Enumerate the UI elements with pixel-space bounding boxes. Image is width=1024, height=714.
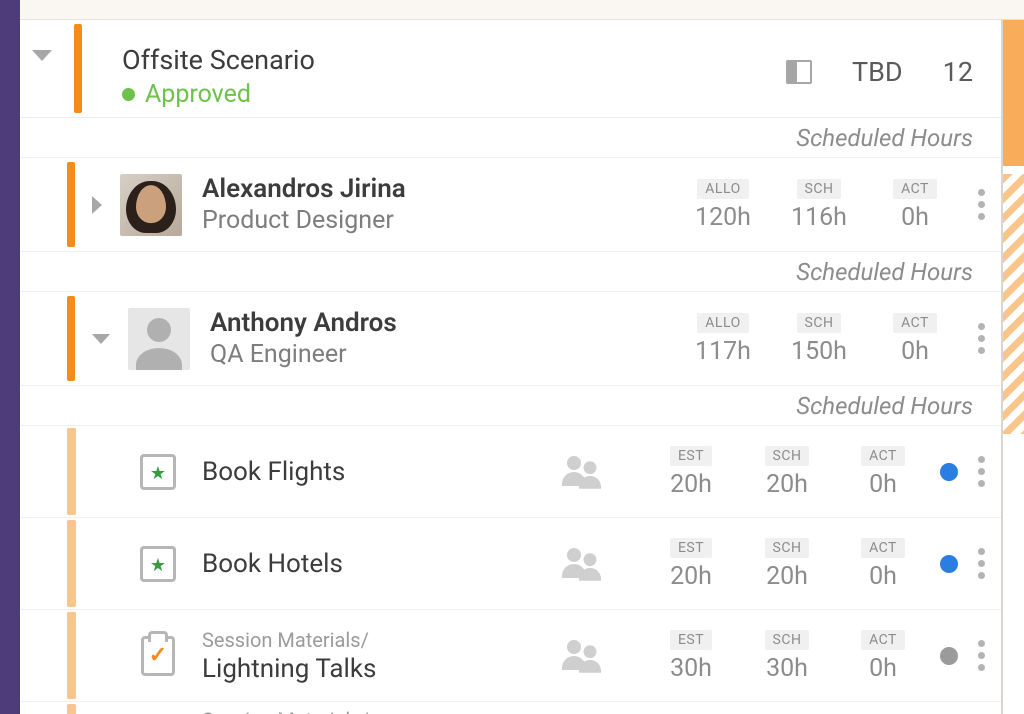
project-title: Offsite Scenario: [122, 44, 315, 76]
collapse-toggle-icon[interactable]: [32, 50, 52, 61]
task-row[interactable]: ✓ Session Materials/ Lightning Talks EST…: [20, 610, 1001, 702]
metric-label-act: ACT: [893, 313, 937, 333]
row-menu-button[interactable]: [972, 183, 991, 226]
metric-value-allo: 120h: [680, 203, 766, 232]
scheduled-hours-label: Scheduled Hours: [796, 392, 973, 420]
panel-layout-icon[interactable]: [786, 60, 812, 84]
metric-label-est: EST: [670, 446, 712, 466]
scheduled-hours-label: Scheduled Hours: [796, 124, 973, 152]
scheduled-hours-label: Scheduled Hours: [796, 258, 973, 286]
metric-label-sch: SCH: [797, 313, 842, 333]
project-header-row[interactable]: Offsite Scenario Approved TBD 12: [20, 20, 1001, 118]
metric-label-allo: ALLO: [697, 313, 748, 333]
metric-value-act: 0h: [872, 337, 958, 366]
scheduled-hours-row: Scheduled Hours: [20, 386, 1001, 426]
task-color-bar: [67, 428, 76, 515]
assignees-icon[interactable]: [562, 640, 604, 672]
metric-label-sch: SCH: [765, 446, 810, 466]
metric-value-act: 0h: [840, 470, 926, 499]
task-row-partial[interactable]: Session Materials/: [20, 702, 1001, 714]
resource-row[interactable]: Anthony Andros QA Engineer ALLO 117h SCH…: [20, 292, 1001, 386]
task-title: Book Hotels: [202, 549, 562, 579]
resource-role: QA Engineer: [210, 340, 680, 369]
status-dot-icon[interactable]: [940, 463, 958, 481]
metric-label-act: ACT: [861, 630, 905, 650]
topbar: [20, 0, 1024, 20]
timeline-project-bar: [1003, 20, 1024, 170]
row-menu-button[interactable]: [972, 317, 991, 360]
assignees-icon[interactable]: [562, 548, 604, 580]
metrics-group: EST 20h SCH 20h ACT 0h: [648, 445, 926, 499]
metric-value-act: 0h: [840, 654, 926, 683]
project-count: 12: [943, 56, 973, 88]
expand-toggle-icon[interactable]: [92, 196, 102, 214]
resource-name: Anthony Andros: [210, 308, 680, 338]
avatar[interactable]: [128, 308, 190, 370]
row-menu-button[interactable]: [972, 542, 991, 585]
metric-label-act: ACT: [861, 538, 905, 558]
timeline-gutter: [1003, 20, 1024, 714]
timeline-hatched-region: [1003, 174, 1024, 434]
metric-label-sch: SCH: [765, 538, 810, 558]
resource-panel: Offsite Scenario Approved TBD 12 Schedul…: [20, 20, 1003, 714]
row-menu-button[interactable]: [972, 634, 991, 677]
metric-value-act: 0h: [840, 562, 926, 591]
metric-value-est: 20h: [648, 562, 734, 591]
status-dot-icon[interactable]: [940, 647, 958, 665]
metric-label-sch: SCH: [765, 630, 810, 650]
resource-role: Product Designer: [202, 206, 680, 235]
project-status: Approved: [145, 80, 251, 109]
resource-color-bar: [67, 296, 75, 381]
task-color-bar: [67, 612, 76, 699]
collapse-toggle-icon[interactable]: [92, 334, 110, 344]
assignees-icon[interactable]: [562, 456, 604, 488]
clipboard-check-icon: ✓: [141, 636, 175, 676]
scheduled-hours-row: Scheduled Hours: [20, 252, 1001, 292]
scheduled-hours-row: Scheduled Hours: [20, 118, 1001, 158]
metric-value-act: 0h: [872, 203, 958, 232]
metric-label-est: EST: [670, 538, 712, 558]
milestone-star-icon: ★: [140, 546, 176, 582]
metric-value-allo: 117h: [680, 337, 766, 366]
row-menu-button[interactable]: [972, 450, 991, 493]
metric-label-act: ACT: [861, 446, 905, 466]
resource-name: Alexandros Jirina: [202, 174, 680, 204]
metric-label-sch: SCH: [797, 179, 842, 199]
metric-label-allo: ALLO: [697, 179, 748, 199]
task-color-bar: [67, 520, 76, 607]
metric-value-sch: 20h: [744, 562, 830, 591]
project-dates: TBD: [852, 56, 903, 88]
task-color-bar: [67, 704, 76, 714]
task-row[interactable]: ★ Book Flights EST 20h SCH 20h ACT: [20, 426, 1001, 518]
status-dot-icon: [122, 88, 135, 101]
resource-color-bar: [67, 162, 75, 247]
status-dot-icon[interactable]: [940, 555, 958, 573]
metrics-group: ALLO 120h SCH 116h ACT 0h: [680, 178, 958, 232]
project-color-bar: [74, 24, 82, 113]
metric-label-est: EST: [670, 630, 712, 650]
metric-label-act: ACT: [893, 179, 937, 199]
avatar[interactable]: [120, 174, 182, 236]
metrics-group: EST 20h SCH 20h ACT 0h: [648, 537, 926, 591]
metric-value-est: 20h: [648, 470, 734, 499]
resource-row[interactable]: Alexandros Jirina Product Designer ALLO …: [20, 158, 1001, 252]
milestone-star-icon: ★: [140, 454, 176, 490]
task-title: Lightning Talks: [202, 654, 562, 684]
metric-value-sch: 116h: [776, 203, 862, 232]
metric-value-sch: 30h: [744, 654, 830, 683]
task-row[interactable]: ★ Book Hotels EST 20h SCH 20h ACT: [20, 518, 1001, 610]
metrics-group: EST 30h SCH 30h ACT 0h: [648, 629, 926, 683]
metric-value-est: 30h: [648, 654, 734, 683]
task-title: Book Flights: [202, 457, 562, 487]
metrics-group: ALLO 117h SCH 150h ACT 0h: [680, 312, 958, 366]
task-breadcrumb: Session Materials/: [202, 628, 562, 652]
sidebar-strip: [0, 0, 20, 714]
metric-value-sch: 150h: [776, 337, 862, 366]
metric-value-sch: 20h: [744, 470, 830, 499]
task-breadcrumb: Session Materials/: [202, 708, 1001, 714]
